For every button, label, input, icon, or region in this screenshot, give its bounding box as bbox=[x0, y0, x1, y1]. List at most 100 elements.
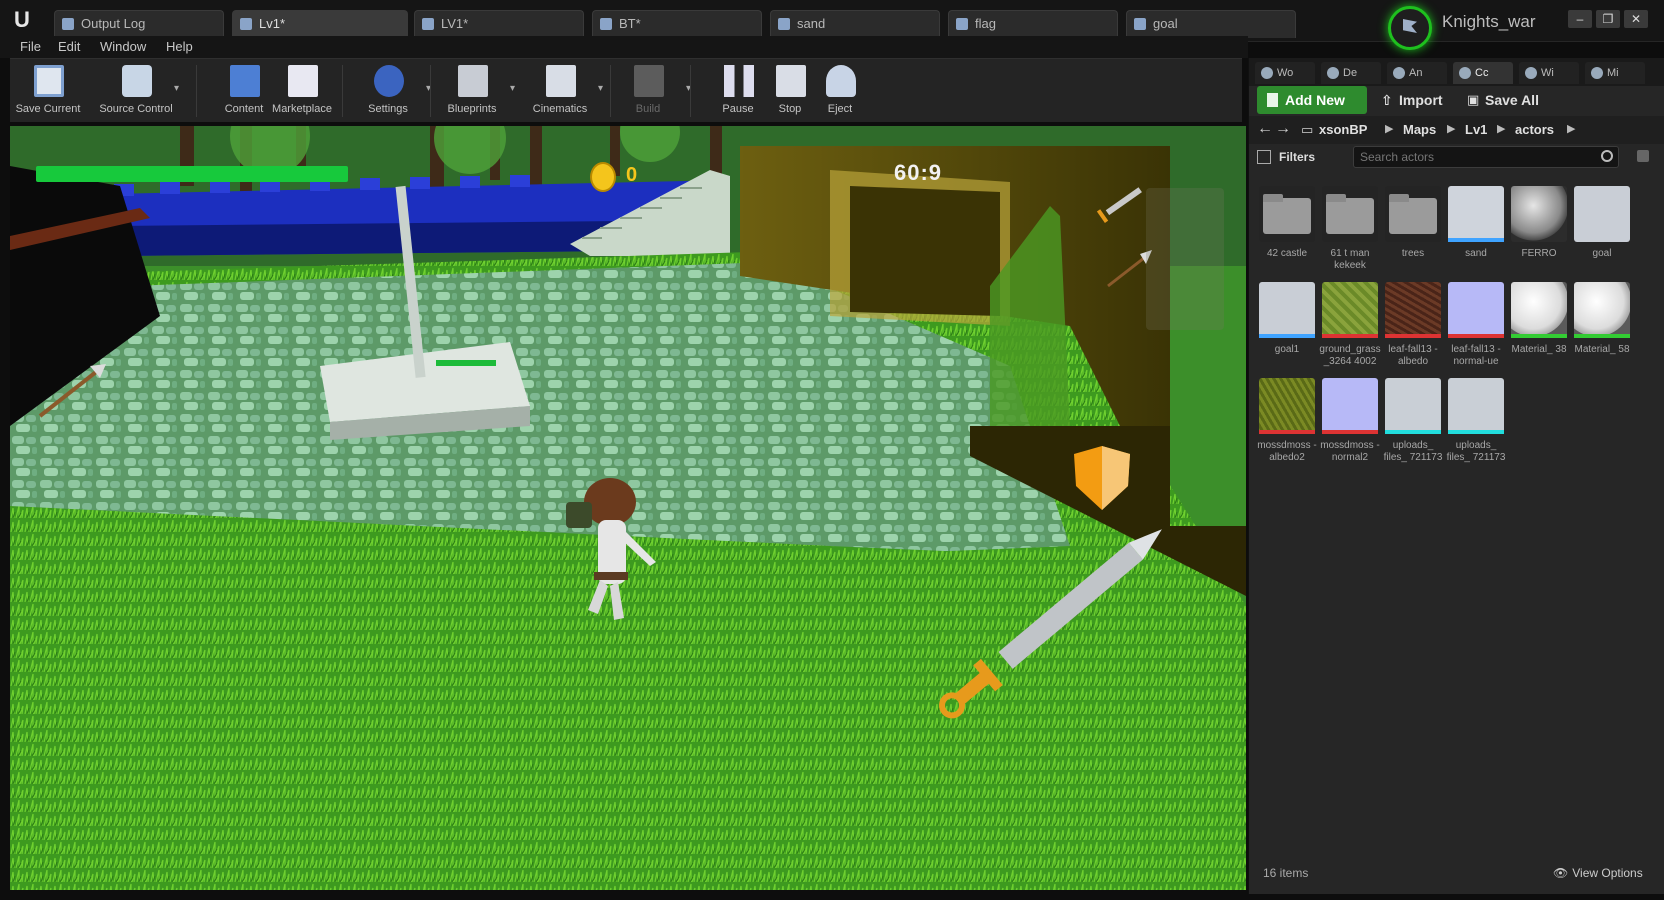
menu-help[interactable]: Help bbox=[166, 39, 193, 54]
search-input[interactable] bbox=[1353, 146, 1619, 168]
build-button[interactable]: Build bbox=[610, 61, 686, 121]
tab-label: sand bbox=[797, 16, 826, 31]
search-icon[interactable] bbox=[1601, 150, 1613, 162]
asset-tile[interactable]: leaf-fall13 -albedo bbox=[1385, 282, 1441, 378]
panel-tab[interactable]: De bbox=[1321, 62, 1381, 84]
chevron-right-icon: ▶ bbox=[1385, 123, 1394, 135]
document-tab[interactable]: BT* bbox=[592, 10, 762, 38]
asset-tile[interactable]: uploads_ files_ 721173 bbox=[1447, 378, 1505, 474]
document-tab[interactable]: LV1* bbox=[414, 10, 584, 38]
tab-asset-icon bbox=[778, 18, 790, 30]
breadcrumb: ← → ▭ xsonBP ▶ Maps ▶ Lv1 ▶ actors ▶ bbox=[1249, 116, 1664, 144]
cinematics-icon bbox=[546, 65, 576, 97]
back-arrow-icon[interactable]: ← bbox=[1257, 120, 1273, 138]
marketplace-button[interactable]: Marketplace bbox=[264, 61, 340, 121]
asset-tile[interactable]: 42 castle bbox=[1259, 186, 1315, 282]
cinematics-button[interactable]: Cinematics bbox=[522, 61, 598, 121]
toolbar-separator bbox=[610, 65, 611, 117]
asset-tile[interactable]: Material_ 38 bbox=[1511, 282, 1567, 378]
folder-icon bbox=[1259, 186, 1315, 242]
chevron-right-icon: ▶ bbox=[1447, 123, 1456, 135]
panel-tab-label: An bbox=[1409, 67, 1423, 79]
tab-label: Lv1* bbox=[259, 16, 286, 31]
asset-tile[interactable]: Material_ 58 bbox=[1574, 282, 1630, 378]
menu-edit[interactable]: Edit bbox=[58, 39, 80, 54]
document-tab[interactable]: Lv1* bbox=[232, 10, 408, 38]
asset-tile[interactable]: mossdmoss -normal2 bbox=[1320, 378, 1380, 474]
filters-icon[interactable] bbox=[1257, 150, 1271, 164]
asset-type-stripe bbox=[1511, 334, 1567, 338]
import-button[interactable]: Import bbox=[1377, 86, 1457, 114]
lock-icon[interactable] bbox=[1637, 150, 1649, 162]
blueprints-button[interactable]: Blueprints bbox=[434, 61, 510, 121]
eject-button[interactable]: Eject bbox=[802, 61, 878, 121]
tab-asset-icon bbox=[62, 18, 74, 30]
asset-tile[interactable]: uploads_ files_ 721173 bbox=[1384, 378, 1442, 474]
panel-tab-icon bbox=[1393, 67, 1405, 79]
menu-file[interactable]: File bbox=[20, 39, 41, 54]
panel-tab[interactable]: Wo bbox=[1255, 62, 1315, 84]
panel-tabs: Wo De An Cc Wi Mi bbox=[1249, 58, 1664, 86]
view-options-button[interactable]: View Options bbox=[1553, 866, 1642, 880]
project-name: Knights_war bbox=[1442, 12, 1536, 31]
breadcrumb-item[interactable]: actors bbox=[1515, 122, 1554, 137]
document-tab[interactable]: Output Log bbox=[54, 10, 224, 38]
asset-tile[interactable]: goal1 bbox=[1259, 282, 1315, 378]
asset-tile[interactable]: mossdmoss -albedo2 bbox=[1257, 378, 1317, 474]
chevron-down-icon[interactable]: ▾ bbox=[174, 83, 184, 94]
add-new-button[interactable]: Add New bbox=[1257, 86, 1367, 114]
project-badge-icon[interactable] bbox=[1388, 6, 1432, 50]
asset-type-stripe bbox=[1448, 334, 1504, 338]
asset-thumbnail bbox=[1448, 378, 1504, 434]
asset-type-stripe bbox=[1322, 334, 1378, 338]
asset-name: ground_grass_3264 4002 bbox=[1319, 344, 1381, 367]
forward-arrow-icon[interactable]: → bbox=[1275, 120, 1291, 138]
panel-tab[interactable]: Wi bbox=[1519, 62, 1579, 84]
save-current-button[interactable]: Save Current bbox=[10, 61, 86, 121]
breadcrumb-item[interactable]: Maps bbox=[1403, 122, 1436, 137]
toolbar-label: Save Current bbox=[15, 103, 81, 115]
chevron-down-icon[interactable]: ▾ bbox=[598, 83, 608, 94]
asset-type-stripe bbox=[1385, 334, 1441, 338]
breadcrumb-item[interactable]: Lv1 bbox=[1465, 122, 1487, 137]
chevron-down-icon[interactable]: ▾ bbox=[510, 83, 520, 94]
asset-tile[interactable]: goal bbox=[1574, 186, 1630, 282]
panel-tab[interactable]: Cc bbox=[1453, 62, 1513, 84]
asset-tile[interactable]: trees bbox=[1385, 186, 1441, 282]
source-control-button[interactable]: Source Control bbox=[98, 61, 174, 121]
document-tab[interactable]: sand bbox=[770, 10, 940, 38]
chevron-down-icon[interactable]: ▾ bbox=[686, 83, 696, 94]
document-tab[interactable]: flag bbox=[948, 10, 1118, 38]
maximize-button[interactable]: ❐ bbox=[1596, 10, 1620, 28]
tab-label: flag bbox=[975, 16, 996, 31]
asset-thumbnail bbox=[1574, 282, 1630, 338]
item-count: 16 items bbox=[1263, 866, 1309, 880]
minimize-button[interactable]: – bbox=[1568, 10, 1592, 28]
weapon-slots bbox=[1146, 188, 1224, 330]
panel-tab[interactable]: An bbox=[1387, 62, 1447, 84]
chevron-right-icon: ▶ bbox=[1497, 123, 1506, 135]
menu-window[interactable]: Window bbox=[100, 39, 146, 54]
filters-button[interactable]: Filters bbox=[1279, 150, 1315, 164]
game-viewport[interactable]: 0 60:9 bbox=[10, 126, 1246, 890]
folder-icon bbox=[1385, 186, 1441, 242]
asset-tile[interactable]: FERRO bbox=[1511, 186, 1567, 282]
toolbar-label: Cinematics bbox=[532, 103, 588, 115]
breadcrumb-item[interactable]: xsonBP bbox=[1319, 122, 1367, 137]
settings-button[interactable]: Settings bbox=[350, 61, 426, 121]
asset-tile[interactable]: 61 t man kekeek bbox=[1322, 186, 1378, 282]
asset-tile[interactable]: sand bbox=[1448, 186, 1504, 282]
tab-label: BT* bbox=[619, 16, 641, 31]
close-button[interactable]: ✕ bbox=[1624, 10, 1648, 28]
asset-tile[interactable]: ground_grass_3264 4002 bbox=[1319, 282, 1381, 378]
panel-tab[interactable]: Mi bbox=[1585, 62, 1645, 84]
asset-type-stripe bbox=[1574, 334, 1630, 338]
source-control-icon bbox=[122, 65, 152, 97]
asset-tile[interactable]: leaf-fall13 -normal-ue bbox=[1448, 282, 1504, 378]
asset-thumbnail bbox=[1385, 282, 1441, 338]
asset-name: Material_ 58 bbox=[1574, 344, 1630, 355]
document-tab[interactable]: goal bbox=[1126, 10, 1296, 38]
tab-asset-icon bbox=[1134, 18, 1146, 30]
save-all-button[interactable]: Save All bbox=[1463, 86, 1563, 114]
toolbar-separator bbox=[342, 65, 343, 117]
